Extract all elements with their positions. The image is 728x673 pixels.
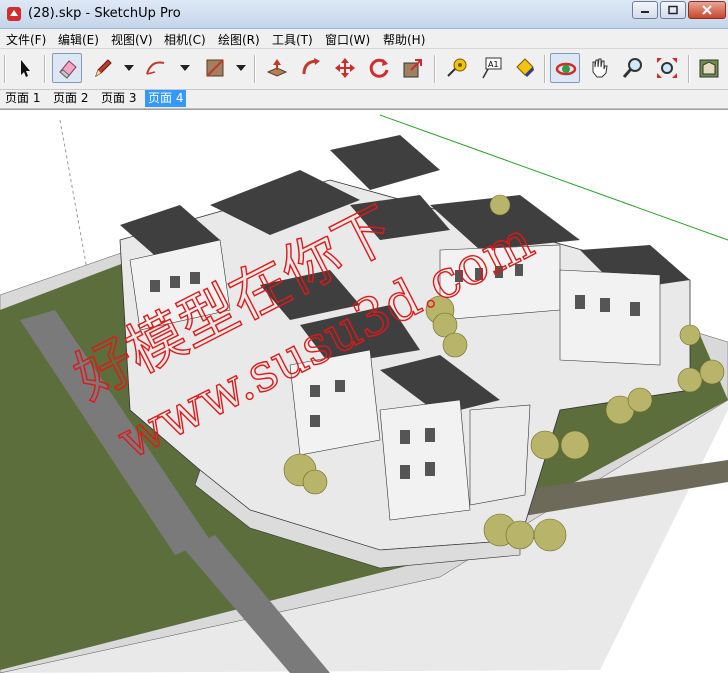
scene-tabs: 页面 1 页面 2 页面 3 页面 4 [0, 90, 728, 109]
chevron-down-icon[interactable] [236, 64, 246, 72]
tab-page-2[interactable]: 页面 2 [50, 90, 91, 107]
toolbar-separator [434, 55, 436, 83]
tab-page-4[interactable]: 页面 4 [145, 90, 187, 107]
menu-file[interactable]: 文件(F) [6, 31, 46, 48]
tape-measure-tool[interactable] [442, 53, 472, 83]
arc-tool[interactable] [140, 53, 170, 83]
maximize-icon [668, 5, 678, 15]
push-pull-icon [266, 59, 288, 77]
title-bar: (28).skp - SketchUp Pro [0, 0, 728, 29]
zoom-tool[interactable] [618, 53, 648, 83]
zoom-extents-tool[interactable] [652, 53, 682, 83]
menu-camera[interactable]: 相机(C) [164, 31, 206, 48]
minimize-button[interactable] [632, 1, 658, 19]
minimize-icon [641, 11, 649, 13]
arc-icon [146, 61, 165, 75]
menu-window[interactable]: 窗口(W) [325, 31, 370, 48]
paint-bucket-icon [516, 58, 534, 77]
toolbar-separator [44, 55, 46, 83]
text-tool-label: A1 [488, 60, 499, 69]
scale-icon [403, 59, 422, 78]
follow-me-icon [302, 58, 320, 75]
close-button[interactable] [688, 1, 726, 19]
warehouse-icon [699, 59, 719, 78]
chevron-down-icon[interactable] [180, 64, 190, 72]
zoom-extents-icon [657, 58, 677, 78]
model-render: 好模型在你下 www.susu3d.com [0, 114, 728, 673]
move-icon [335, 58, 355, 78]
chevron-down-icon[interactable] [124, 64, 134, 72]
scale-tool[interactable] [398, 53, 428, 83]
main-toolbar: A1 [0, 49, 728, 90]
menu-tools[interactable]: 工具(T) [272, 31, 313, 48]
menu-bar: 文件(F) 编辑(E) 视图(V) 相机(C) 绘图(R) 工具(T) 窗口(W… [0, 29, 728, 49]
arrow-cursor-icon [21, 60, 30, 77]
move-tool[interactable] [330, 53, 360, 83]
pan-tool[interactable] [584, 53, 614, 83]
rotate-tool[interactable] [364, 53, 394, 83]
tab-page-1[interactable]: 页面 1 [2, 90, 43, 107]
pencil-icon [95, 59, 112, 78]
drawing-viewport[interactable]: 好模型在你下 www.susu3d.com [0, 109, 728, 673]
rotate-icon [369, 58, 389, 78]
warehouse-tool[interactable] [694, 53, 724, 83]
push-pull-tool[interactable] [262, 53, 292, 83]
orbit-icon [555, 62, 577, 76]
rectangle-icon [206, 59, 224, 77]
menu-edit[interactable]: 编辑(E) [58, 31, 99, 48]
menu-help[interactable]: 帮助(H) [383, 31, 425, 48]
text-label-icon: A1 [482, 57, 502, 79]
menu-draw[interactable]: 绘图(R) [218, 31, 260, 48]
toolbar-separator [544, 55, 546, 83]
select-tool[interactable] [10, 53, 40, 83]
menu-view[interactable]: 视图(V) [111, 31, 153, 48]
toolbar-separator [254, 55, 256, 83]
maximize-button[interactable] [660, 1, 686, 19]
sketchup-app-icon[interactable] [6, 6, 22, 22]
orbit-tool[interactable] [550, 53, 580, 83]
rectangle-tool[interactable] [200, 53, 230, 83]
eraser-icon [59, 60, 77, 79]
close-icon [702, 5, 712, 15]
hand-icon [592, 58, 608, 78]
follow-me-tool[interactable] [296, 53, 326, 83]
line-tool[interactable] [88, 53, 118, 83]
magnifier-icon [622, 58, 642, 78]
toolbar-separator [688, 55, 690, 83]
toolbar-separator [4, 55, 6, 83]
eraser-tool[interactable] [52, 53, 82, 83]
text-tool[interactable]: A1 [476, 53, 506, 83]
window-title: (28).skp - SketchUp Pro [28, 6, 181, 21]
tab-page-3[interactable]: 页面 3 [98, 90, 139, 107]
tape-measure-icon [447, 58, 467, 77]
paint-bucket-tool[interactable] [510, 53, 540, 83]
